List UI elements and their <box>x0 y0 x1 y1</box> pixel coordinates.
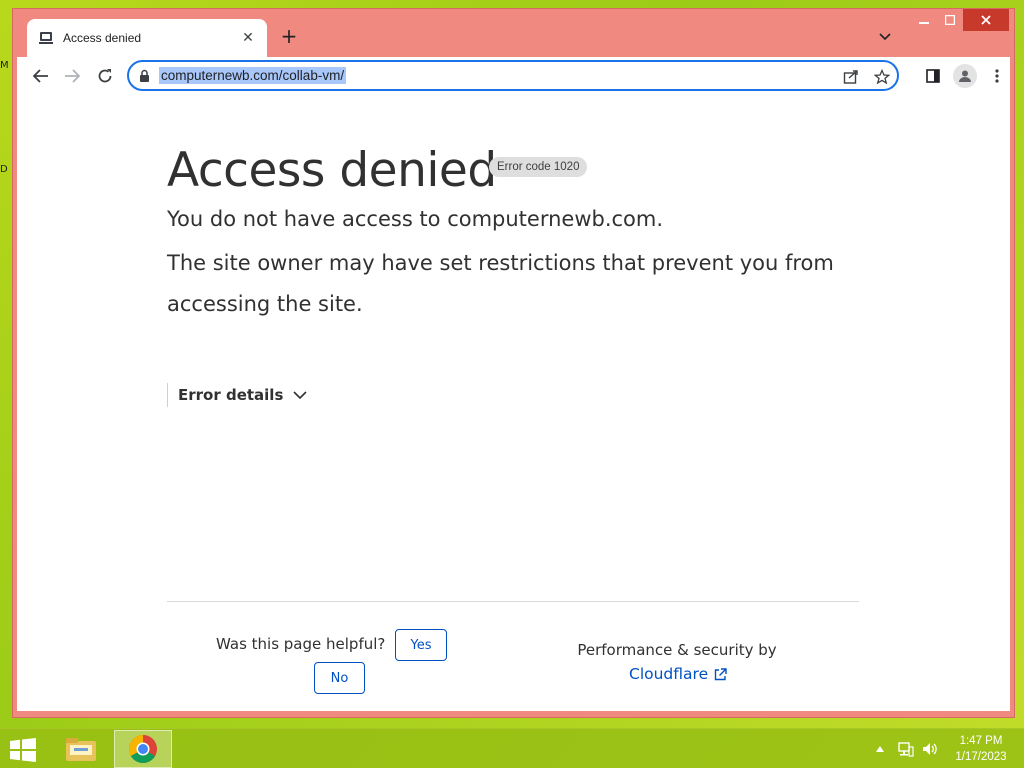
page-title: Access denied <box>167 143 497 198</box>
forward-arrow-icon[interactable] <box>60 64 84 88</box>
folder-icon <box>66 738 96 761</box>
tab-close-icon[interactable]: ✕ <box>239 30 257 46</box>
browser-window: Access denied ✕ + computernewb.com/colla… <box>12 8 1015 718</box>
profile-avatar-icon[interactable] <box>953 64 977 88</box>
taskbar: 1:47 PM 1/17/2023 <box>0 728 1024 768</box>
volume-icon[interactable] <box>920 739 940 759</box>
tray-expand-icon[interactable] <box>872 739 888 759</box>
cloudflare-link[interactable]: Cloudflare <box>629 665 727 683</box>
error-details-label: Error details <box>178 386 284 404</box>
restriction-description: The site owner may have set restrictions… <box>167 251 834 316</box>
chrome-icon <box>129 735 157 763</box>
bookmark-star-icon[interactable] <box>872 67 892 87</box>
error-details-toggle[interactable]: Error details <box>167 383 307 407</box>
address-bar[interactable]: computernewb.com/collab-vm/ <box>127 60 899 91</box>
clock-date: 1/17/2023 <box>955 751 1007 763</box>
chevron-down-icon <box>293 386 307 404</box>
chrome-taskbar-button[interactable] <box>114 730 172 768</box>
network-icon[interactable] <box>896 739 916 759</box>
more-menu-icon[interactable] <box>985 64 1009 88</box>
feedback-question: Was this page helpful? <box>216 635 386 653</box>
file-explorer-taskbar-button[interactable] <box>52 730 110 768</box>
page-content: Access denied Error code 1020 You do not… <box>17 95 1010 711</box>
cloudflare-link-text[interactable]: Cloudflare <box>629 665 708 683</box>
url-text[interactable]: computernewb.com/collab-vm/ <box>159 67 347 84</box>
external-link-icon <box>714 667 727 680</box>
browser-tab[interactable]: Access denied ✕ <box>27 19 267 57</box>
desktop-icon-fragment[interactable]: D <box>0 164 10 178</box>
feedback-yes-button[interactable]: Yes <box>395 629 447 661</box>
minimize-button[interactable] <box>911 9 937 31</box>
access-message: You do not have access to computernewb.c… <box>167 207 664 231</box>
desktop-icon-fragment[interactable]: M <box>0 60 10 74</box>
new-tab-button[interactable]: + <box>277 25 301 49</box>
error-code-badge: Error code 1020 <box>489 157 588 177</box>
clock-time: 1:47 PM <box>959 735 1003 747</box>
system-clock[interactable]: 1:47 PM 1/17/2023 <box>946 733 1016 765</box>
reload-icon[interactable] <box>93 64 117 88</box>
windows-logo-icon <box>10 738 36 762</box>
side-panel-icon[interactable] <box>921 64 945 88</box>
browser-toolbar: computernewb.com/collab-vm/ <box>17 57 1010 95</box>
tab-title: Access denied <box>63 31 142 45</box>
maximize-button[interactable] <box>937 9 963 31</box>
performance-label: Performance & security by <box>577 641 777 659</box>
back-arrow-icon[interactable] <box>29 64 53 88</box>
start-button[interactable] <box>8 737 38 763</box>
close-window-button[interactable] <box>963 9 1009 31</box>
tab-strip: Access denied ✕ + <box>13 9 1014 57</box>
favicon-icon <box>37 29 55 47</box>
tab-search-chevron-icon[interactable] <box>875 27 895 47</box>
share-icon[interactable] <box>841 67 861 87</box>
lock-icon[interactable] <box>139 68 153 84</box>
feedback-no-button[interactable]: No <box>314 662 365 694</box>
divider <box>167 601 859 602</box>
